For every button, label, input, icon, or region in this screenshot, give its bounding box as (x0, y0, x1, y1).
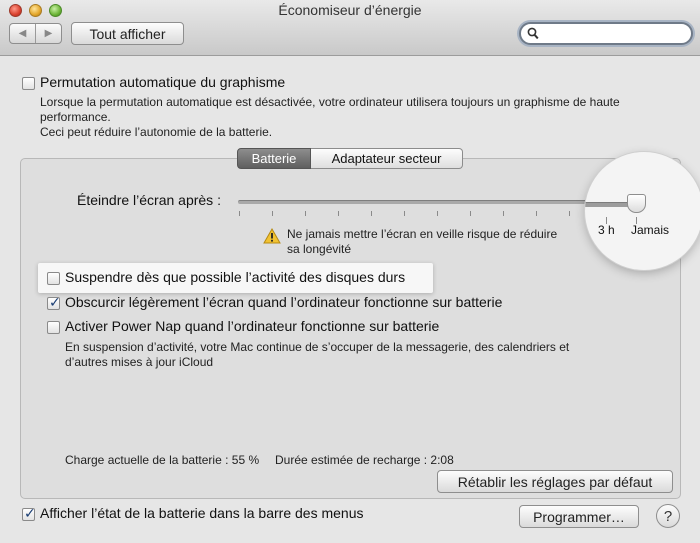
display-sleep-warning-2: sa longévité (287, 242, 352, 256)
tick-label-3h: 3 h (598, 223, 615, 237)
search-icon (527, 27, 539, 40)
graphics-switching-description-3: Ceci peut réduire l’autonomie de la batt… (40, 125, 273, 139)
power-nap-checkbox[interactable] (47, 321, 60, 334)
slider-tick (536, 211, 537, 216)
dim-display-checkbox[interactable]: ✓ (47, 294, 61, 310)
schedule-button[interactable]: Programmer… (519, 505, 639, 528)
tab-battery[interactable]: Batterie (237, 148, 311, 169)
graphics-switching-label: Permutation automatique du graphisme (40, 74, 286, 90)
search-input[interactable] (543, 25, 683, 42)
navigation-segment: ◀ ▶ (9, 23, 62, 44)
slider-tick (437, 211, 438, 216)
slider-tick (404, 211, 405, 216)
slider-tick (569, 211, 570, 216)
slider-tick (239, 211, 240, 216)
show-battery-status-label: Afficher l’état de la batterie dans la b… (40, 505, 364, 521)
tab-power-adapter[interactable]: Adaptateur secteur (311, 148, 463, 169)
graphics-switching-checkbox[interactable] (22, 77, 35, 90)
show-battery-status-checkbox[interactable]: ✓ (22, 505, 36, 521)
restore-defaults-button[interactable]: Rétablir les réglages par défaut (437, 470, 673, 493)
battery-recharge-estimate: Durée estimée de recharge : 2:08 (275, 453, 454, 467)
graphics-switching-description-2: performance. (40, 110, 111, 124)
energy-saver-window: Économiseur d’énergie ◀ ▶ Tout afficher … (0, 0, 700, 543)
spin-down-disks-checkbox[interactable] (47, 272, 60, 285)
display-sleep-warning-1: Ne jamais mettre l’écran en veille risqu… (287, 227, 558, 241)
slider-tick (272, 211, 273, 216)
title-toolbar: Économiseur d’énergie ◀ ▶ Tout afficher (0, 0, 700, 56)
spin-down-disks-label: Suspendre dès que possible l’activité de… (65, 269, 406, 285)
battery-charge-status: Charge actuelle de la batterie : 55 % (65, 453, 260, 467)
slider-magnifier-callout: 3 h Jamais (585, 152, 700, 270)
back-icon[interactable]: ◀ (10, 24, 35, 43)
graphics-switching-description-1: Lorsque la permutation automatique est d… (40, 95, 620, 109)
display-sleep-label: Éteindre l’écran après : (77, 192, 221, 208)
power-source-tabs: Batterie Adaptateur secteur (237, 148, 463, 169)
tick-label-never: Jamais (631, 223, 670, 237)
checkmark-icon: ✓ (49, 294, 61, 310)
power-nap-label: Activer Power Nap quand l’ordinateur fon… (65, 318, 440, 334)
display-sleep-slider[interactable] (238, 200, 637, 204)
slider-knob[interactable] (627, 194, 646, 213)
show-all-button[interactable]: Tout afficher (71, 22, 184, 45)
checkmark-icon: ✓ (24, 505, 36, 521)
slider-tick (503, 211, 504, 216)
warning-triangle-icon (263, 228, 281, 244)
help-button[interactable]: ? (656, 504, 680, 528)
power-nap-description-2: d’autres mises à jour iCloud (65, 355, 214, 369)
window-title: Économiseur d’énergie (278, 2, 422, 18)
power-nap-description-1: En suspension d’activité, votre Mac cont… (65, 340, 570, 354)
search-field[interactable] (519, 22, 693, 45)
slider-tick (305, 211, 306, 216)
forward-icon[interactable]: ▶ (35, 24, 61, 43)
slider-tick (371, 211, 372, 216)
slider-tick (470, 211, 471, 216)
slider-tick (338, 211, 339, 216)
dim-display-label: Obscurcir légèrement l’écran quand l’ord… (65, 294, 503, 310)
